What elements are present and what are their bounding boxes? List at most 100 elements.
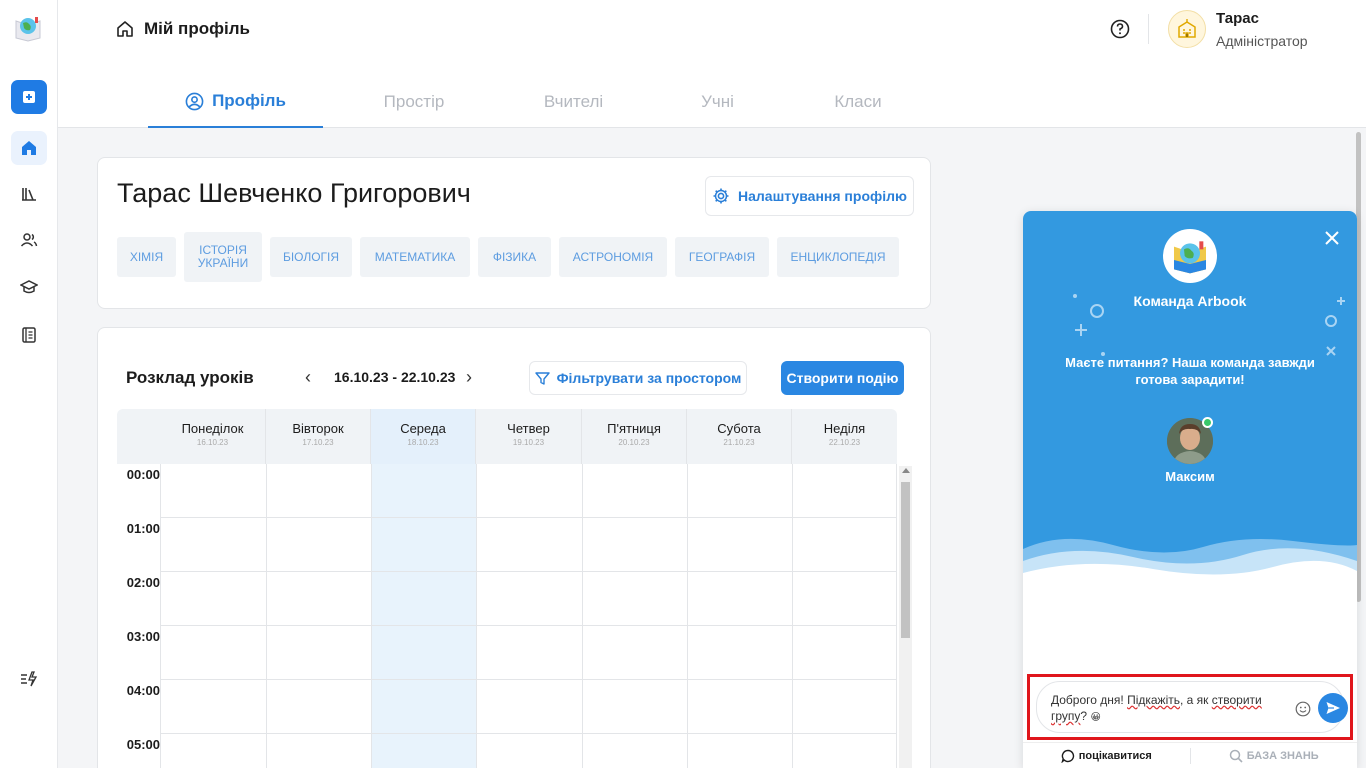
tab-classes[interactable]: Класи [793, 76, 923, 128]
date-range: 16.10.23 - 22.10.23 [334, 369, 456, 385]
chat-tab-ask[interactable]: поцікавитися [1023, 743, 1190, 768]
subject-tag[interactable]: ХІМІЯ [117, 237, 176, 277]
team-logo [1163, 229, 1217, 283]
subject-tag[interactable]: ІСТОРІЯ УКРАЇНИ [184, 232, 262, 282]
avatar[interactable] [1168, 10, 1206, 48]
grid-line [582, 464, 583, 768]
subject-tag[interactable]: МАТЕМАТИКА [360, 237, 470, 277]
user-circle-icon [185, 92, 204, 110]
day-column-header: Субота 21.10.23 [687, 409, 792, 464]
subject-tag[interactable]: АСТРОНОМІЯ [559, 237, 667, 277]
day-name: Субота [717, 421, 761, 436]
chat-message-part: Доброго дня! [1051, 693, 1128, 707]
subject-tag-label: ФІЗИКА [492, 249, 537, 264]
chat-footer: поцікавитися БАЗА ЗНАНЬ [1023, 742, 1357, 768]
chat-tab-ask-label: поцікавитися [1078, 749, 1152, 762]
emoji-icon[interactable] [1295, 701, 1311, 717]
subject-tag[interactable]: ГЕОГРАФІЯ [675, 237, 769, 277]
day-name: Вівторок [292, 421, 344, 436]
send-message-button[interactable] [1318, 693, 1348, 723]
hour-label: 01:00 [126, 521, 160, 536]
day-column-header: Неділя 22.10.23 [792, 409, 897, 464]
chat-message-input[interactable]: Доброго дня! Підкажіть, а як створити гр… [1036, 681, 1348, 733]
sidebar-item-education[interactable] [11, 270, 47, 304]
grid-line [160, 679, 897, 680]
grid-line [371, 464, 372, 768]
close-icon[interactable] [1323, 229, 1341, 247]
subject-tag-label: МАТЕМАТИКА [374, 249, 456, 264]
header-divider [1148, 14, 1149, 44]
tab-space[interactable]: Простір [323, 76, 505, 128]
hour-label: 00:00 [126, 467, 160, 482]
sidebar-item-library[interactable] [11, 177, 47, 211]
subject-tag[interactable]: ЕНЦИКЛОПЕДІЯ [777, 237, 899, 277]
page-title: Мій профіль [144, 19, 250, 38]
tab-profile[interactable]: Профіль [148, 76, 323, 128]
day-name: П'ятниця [607, 421, 661, 436]
day-date: 22.10.23 [828, 438, 861, 447]
user-role: Адміністратор [1216, 33, 1308, 49]
send-icon [1326, 702, 1340, 714]
sidebar-item-journal[interactable] [11, 318, 47, 352]
sidebar-item-users[interactable] [11, 223, 47, 257]
sidebar-item-updates[interactable] [11, 662, 47, 696]
filter-label: Фільтрувати за простором [556, 370, 742, 386]
filter-icon [534, 371, 550, 385]
grid-line [687, 464, 688, 768]
profile-settings-label: Налаштування профілю [738, 188, 907, 204]
grid-line [266, 464, 267, 768]
schedule-grid[interactable]: 00:00 01:00 02:00 03:00 04:00 05:00 [117, 464, 897, 768]
school-building-icon [1178, 19, 1196, 38]
day-name: Четвер [507, 421, 550, 436]
chat-header: Команда Arbook Маєте питання? Наша коман… [1023, 211, 1357, 581]
chat-message-text: Доброго дня! Підкажіть, а як створити гр… [1051, 692, 1291, 726]
tab-students-label: Учні [701, 92, 734, 111]
tab-students[interactable]: Учні [642, 76, 793, 128]
header: Мій профіль Тарас Адміністратор Профіль … [58, 0, 1366, 128]
schedule-scrollbar[interactable] [899, 466, 912, 768]
tab-classes-label: Класи [834, 92, 882, 111]
day-date: 18.10.23 [407, 438, 439, 447]
subject-tag[interactable]: ФІЗИКА [478, 237, 551, 277]
profile-settings-button[interactable]: Налаштування профілю [705, 176, 914, 216]
create-event-button[interactable]: Створити подію [781, 361, 904, 395]
grid-line [476, 464, 477, 768]
chat-bubble-icon [1061, 749, 1074, 763]
add-button[interactable] [11, 80, 47, 114]
grid-line [160, 571, 897, 572]
scroll-up-arrow-icon[interactable] [902, 468, 910, 473]
user-name: Тарас [1216, 10, 1259, 27]
plus-square-icon [23, 91, 35, 103]
subject-tags: ХІМІЯ ІСТОРІЯ УКРАЇНИ БІОЛОГІЯ МАТЕМАТИК… [117, 232, 907, 282]
agent-name: Максим [1165, 469, 1215, 484]
chat-tab-knowledge-base[interactable]: БАЗА ЗНАНЬ [1191, 743, 1358, 768]
support-chat-widget: Команда Arbook Маєте питання? Наша коман… [1023, 211, 1357, 768]
sidebar-item-home[interactable] [11, 131, 47, 165]
grid-line [160, 517, 897, 518]
today-column [371, 464, 476, 768]
day-date: 21.10.23 [723, 438, 755, 447]
app-logo[interactable] [13, 14, 43, 42]
grid-line [160, 733, 897, 734]
subject-tag-label: БІОЛОГІЯ [282, 249, 340, 264]
schedule-title: Розклад уроків [126, 368, 254, 387]
scroll-thumb[interactable] [901, 482, 910, 638]
tab-teachers[interactable]: Вчителі [505, 76, 642, 128]
home-outline-icon[interactable] [116, 20, 134, 38]
day-date: 20.10.23 [618, 438, 650, 447]
next-week-button[interactable]: › [466, 367, 472, 388]
chat-message-part: , а як [1180, 693, 1212, 707]
chat-greeting: Маєте питання? Наша команда завжди готов… [1065, 355, 1315, 387]
help-icon[interactable] [1110, 19, 1130, 39]
prev-week-button[interactable]: ‹ [305, 367, 311, 388]
subject-tag[interactable]: БІОЛОГІЯ [270, 237, 352, 277]
filter-by-space-button[interactable]: Фільтрувати за простором [529, 361, 747, 395]
book-icon [22, 327, 36, 343]
chat-message-spellcheck: Підкажіть [1127, 693, 1180, 707]
day-date: 16.10.23 [196, 438, 229, 447]
day-column-header-today: Середа 18.10.23 [371, 409, 476, 464]
hour-label: 05:00 [126, 737, 160, 752]
tab-teachers-label: Вчителі [543, 92, 604, 111]
day-column-header: Четвер 19.10.23 [476, 409, 582, 464]
chat-tab-knowledge-base-label: БАЗА ЗНАНЬ [1246, 749, 1319, 762]
